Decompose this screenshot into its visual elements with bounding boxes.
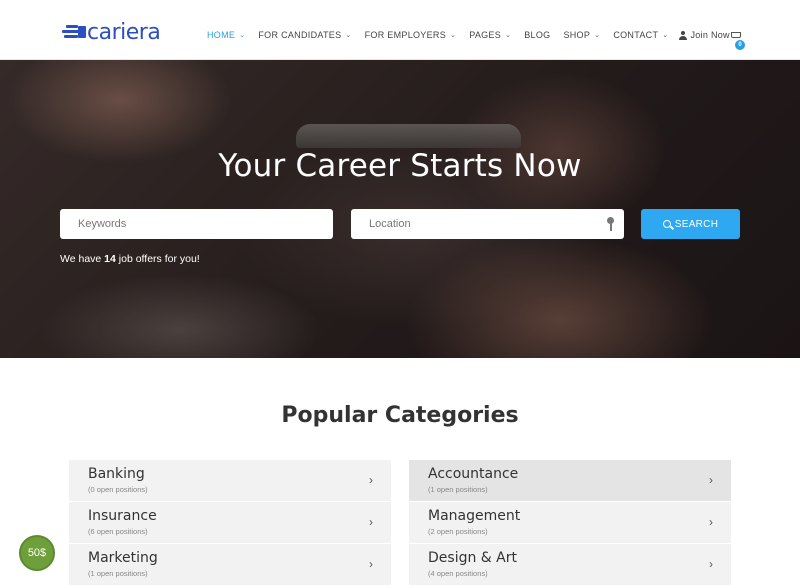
category-count: (1 open positions): [88, 569, 148, 578]
nav-shop[interactable]: SHOP ⌄: [563, 30, 600, 40]
category-count: (0 open positions): [88, 485, 148, 494]
search-button-label: SEARCH: [674, 218, 719, 230]
category-count: (6 open positions): [88, 527, 148, 536]
chevron-right-icon: ›: [709, 473, 713, 487]
chevron-down-icon: ⌄: [345, 32, 352, 39]
job-offers-count: 14: [104, 253, 116, 265]
chevron-right-icon: ›: [709, 515, 713, 529]
nav-blog-label: BLOG: [524, 30, 551, 40]
cart-count-badge: 0: [735, 40, 745, 50]
chevron-down-icon: ⌄: [239, 32, 246, 39]
user-icon: [679, 30, 688, 40]
hero-title: Your Career Starts Now: [218, 148, 582, 184]
hero-section: Your Career Starts Now SEARCH We have 14…: [0, 60, 800, 358]
category-name: Accountance: [428, 466, 519, 482]
category-item-marketing[interactable]: Marketing (1 open positions) ›: [69, 544, 391, 586]
category-count: (1 open positions): [428, 485, 488, 494]
nav-pages-label: PAGES: [469, 30, 502, 40]
category-name: Banking: [88, 466, 145, 482]
chevron-right-icon: ›: [369, 515, 373, 529]
categories-left-column: Banking (0 open positions) › Insurance (…: [69, 460, 391, 586]
nav-blog[interactable]: BLOG: [524, 30, 550, 40]
category-name: Insurance: [88, 508, 157, 524]
category-name: Marketing: [88, 550, 158, 566]
category-item-banking[interactable]: Banking (0 open positions) ›: [69, 460, 391, 502]
nav-for-candidates-label: FOR CANDIDATES: [258, 30, 342, 40]
category-count: (2 open positions): [428, 527, 488, 536]
keywords-input[interactable]: [60, 209, 333, 239]
nav-pages[interactable]: PAGES ⌄: [469, 30, 511, 40]
job-offers-text: We have 14 job offers for you!: [60, 253, 200, 265]
nav-for-candidates[interactable]: FOR CANDIDATES ⌄: [258, 30, 351, 40]
logo[interactable]: cariera: [60, 19, 161, 45]
main-nav: HOME ⌄ FOR CANDIDATES ⌄ FOR EMPLOYERS ⌄ PAG…: [207, 30, 730, 40]
search-button[interactable]: SEARCH: [641, 209, 740, 239]
nav-shop-label: SHOP: [563, 30, 591, 40]
nav-for-employers-label: FOR EMPLOYERS: [364, 30, 447, 40]
categories-right-column: Accountance (1 open positions) › Managem…: [409, 460, 731, 586]
category-item-insurance[interactable]: Insurance (6 open positions) ›: [69, 502, 391, 544]
logo-text: cariera: [87, 19, 161, 45]
chevron-right-icon: ›: [709, 557, 713, 571]
site-header: cariera HOME ⌄ FOR CANDIDATES ⌄ FOR EMPLOY…: [0, 0, 800, 60]
chevron-down-icon: ⌄: [505, 32, 512, 39]
popular-categories-title: Popular Categories: [281, 403, 519, 428]
nav-home[interactable]: HOME ⌄: [207, 30, 245, 40]
chevron-right-icon: ›: [369, 473, 373, 487]
category-count: (4 open positions): [428, 569, 488, 578]
category-item-design-art[interactable]: Design & Art (4 open positions) ›: [409, 544, 731, 586]
chevron-down-icon: ⌄: [594, 32, 601, 39]
join-now-label: Join Now: [690, 30, 730, 40]
join-now-link[interactable]: Join Now: [679, 30, 730, 40]
nav-contact-label: CONTACT: [613, 30, 659, 40]
category-name: Design & Art: [428, 550, 517, 566]
logo-icon: [60, 23, 86, 41]
chevron-right-icon: ›: [369, 557, 373, 571]
chevron-down-icon: ⌄: [662, 32, 669, 39]
chevron-down-icon: ⌄: [450, 32, 457, 39]
category-name: Management: [428, 508, 521, 524]
price-badge[interactable]: 50$: [19, 535, 55, 571]
category-item-accountance[interactable]: Accountance (1 open positions) ›: [409, 460, 731, 502]
nav-home-label: HOME: [207, 30, 236, 40]
nav-for-employers[interactable]: FOR EMPLOYERS ⌄: [365, 30, 457, 40]
search-icon: [662, 220, 671, 228]
nav-contact[interactable]: CONTACT ⌄: [613, 30, 668, 40]
location-pin-icon: [607, 217, 614, 231]
category-item-management[interactable]: Management (2 open positions) ›: [409, 502, 731, 544]
location-input[interactable]: [351, 209, 624, 239]
